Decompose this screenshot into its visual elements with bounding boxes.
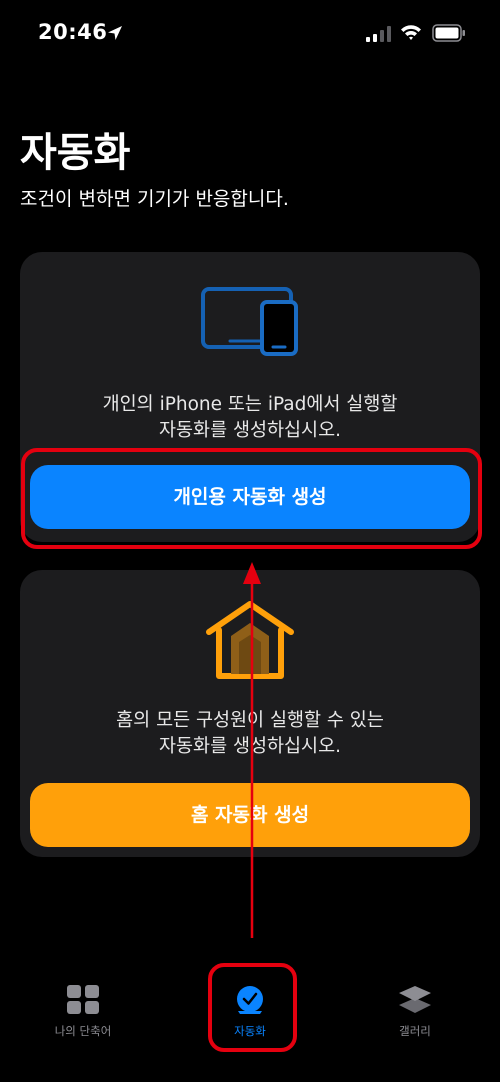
tab-automation-label: 자동화 — [234, 1024, 266, 1038]
location-arrow-icon — [108, 26, 122, 40]
devices-icon — [201, 287, 298, 356]
layers-icon — [399, 986, 431, 1013]
personal-description-line2: 자동화를 생성하십시오. — [159, 420, 341, 441]
tab-gallery-label: 갤러리 — [399, 1024, 431, 1038]
tab-my-shortcuts-label: 나의 단축어 — [54, 1024, 112, 1038]
grid-icon — [67, 985, 99, 1014]
annotation-arrow — [243, 562, 261, 938]
wifi-icon — [401, 25, 421, 40]
status-bar: 20:46 — [0, 0, 500, 68]
battery-icon — [432, 24, 465, 42]
status-time: 20:46 — [38, 20, 108, 44]
page-subtitle: 조건이 변하면 기기가 반응합니다. — [20, 188, 289, 210]
tab-my-shortcuts[interactable]: 나의 단축어 — [28, 985, 138, 1039]
tab-automation[interactable]: 자동화 — [195, 985, 305, 1039]
tab-gallery[interactable]: 갤러리 — [360, 985, 470, 1039]
page-title: 자동화 — [20, 130, 131, 176]
tab-bar: 나의 단축어 자동화 갤러리 — [0, 955, 500, 1082]
cellular-signal-icon — [366, 26, 391, 42]
annotation-highlight-button — [21, 448, 482, 549]
clock-check-icon — [237, 986, 263, 1014]
personal-description-line1: 개인의 iPhone 또는 iPad에서 실행할 — [102, 394, 398, 415]
